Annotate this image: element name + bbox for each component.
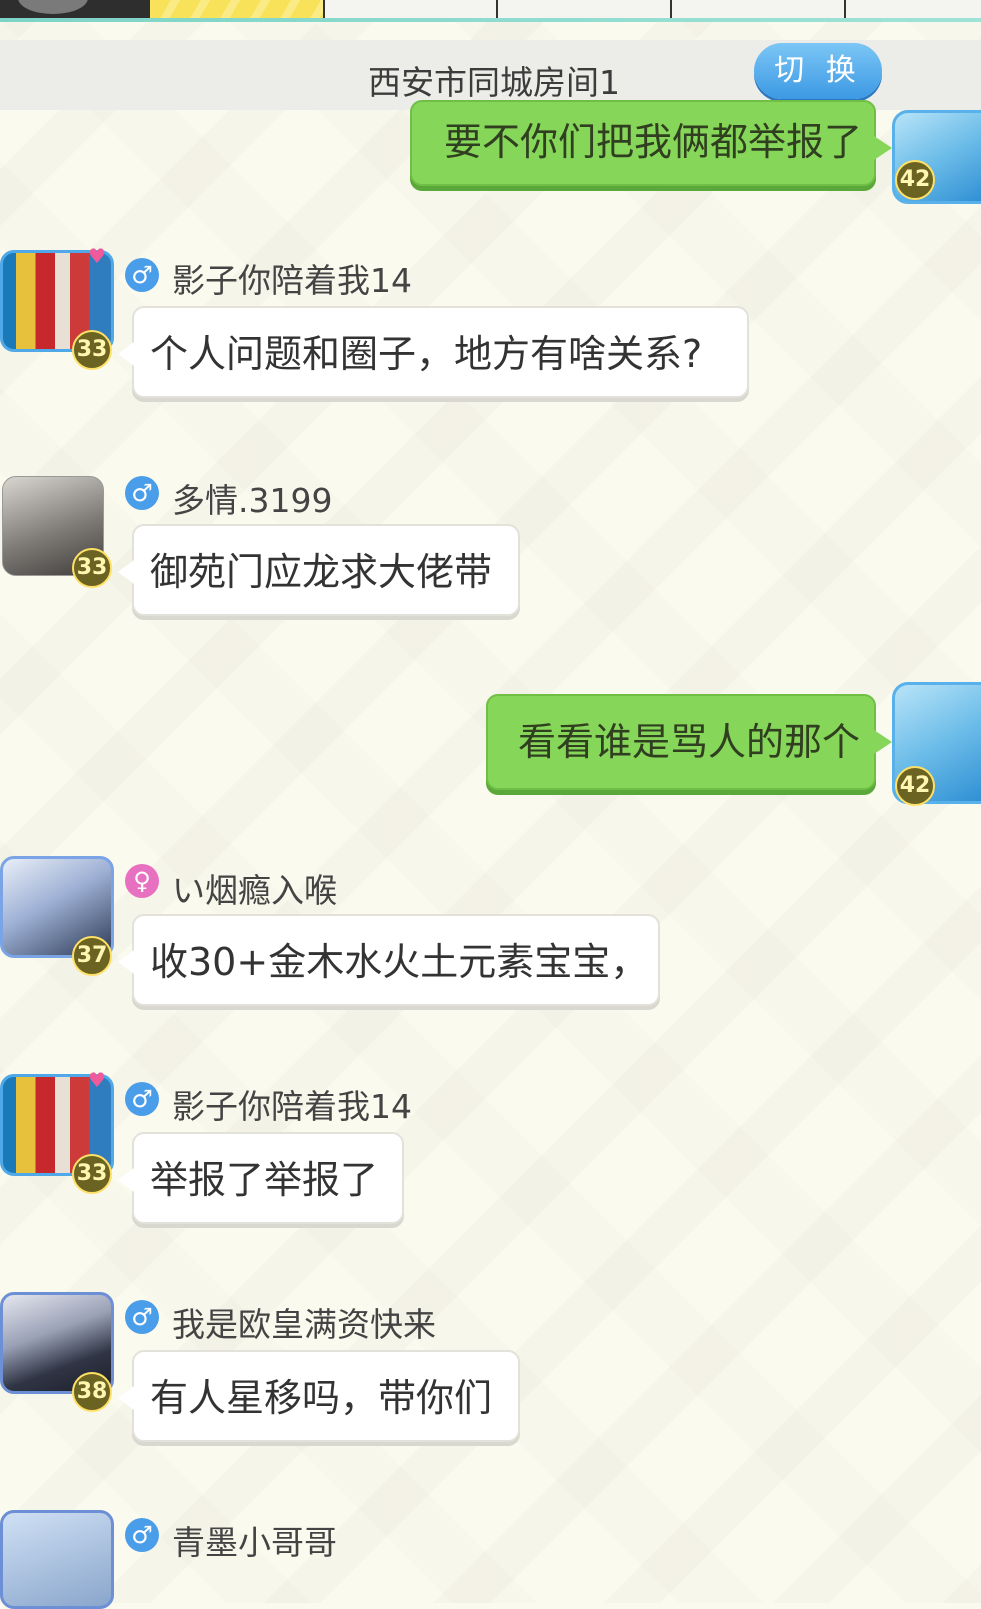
- top-tab-strip: [0, 0, 981, 22]
- male-icon: ♂: [125, 1518, 159, 1552]
- level-badge: 38: [72, 1372, 112, 1412]
- male-icon: ♂: [125, 1300, 159, 1334]
- user-nickname[interactable]: 影子你陪着我14: [172, 254, 412, 302]
- user-nickname[interactable]: 影子你陪着我14: [172, 1080, 412, 1128]
- male-icon: ♂: [125, 1082, 159, 1116]
- female-icon: ♀: [125, 864, 159, 898]
- user-nickname[interactable]: い烟瘾入喉: [172, 864, 337, 912]
- level-badge: 33: [72, 1154, 112, 1194]
- user-nickname[interactable]: 我是欧皇满资快来: [172, 1298, 436, 1346]
- level-badge: 33: [72, 548, 112, 588]
- user-avatar[interactable]: [0, 1510, 114, 1609]
- heart-icon: ♥: [88, 1068, 106, 1092]
- level-badge: 42: [895, 766, 935, 806]
- male-icon: ♂: [125, 258, 159, 292]
- message-bubble-self[interactable]: 看看谁是骂人的那个: [486, 694, 892, 790]
- level-badge: 33: [72, 330, 112, 370]
- male-icon: ♂: [125, 476, 159, 510]
- heart-icon: ♥: [88, 244, 106, 268]
- message-bubble[interactable]: 有人星移吗，带你们: [118, 1350, 520, 1442]
- top-avatar-tab[interactable]: [0, 0, 150, 20]
- user-nickname[interactable]: 多情.3199: [172, 474, 332, 522]
- message-bubble[interactable]: 御苑门应龙求大佬带: [118, 524, 520, 616]
- top-active-tab[interactable]: [150, 0, 325, 20]
- level-badge: 37: [72, 936, 112, 976]
- message-bubble[interactable]: 收30+金木水火土元素宝宝，: [118, 914, 660, 1006]
- user-nickname[interactable]: 青墨小哥哥: [172, 1516, 337, 1564]
- message-bubble[interactable]: 举报了举报了: [118, 1132, 404, 1224]
- message-bubble-self[interactable]: 要不你们把我俩都举报了: [410, 100, 892, 186]
- level-badge: 42: [895, 160, 935, 200]
- message-bubble[interactable]: 个人问题和圈子，地方有啥关系?: [118, 306, 749, 398]
- switch-room-button[interactable]: 切 换: [754, 43, 882, 99]
